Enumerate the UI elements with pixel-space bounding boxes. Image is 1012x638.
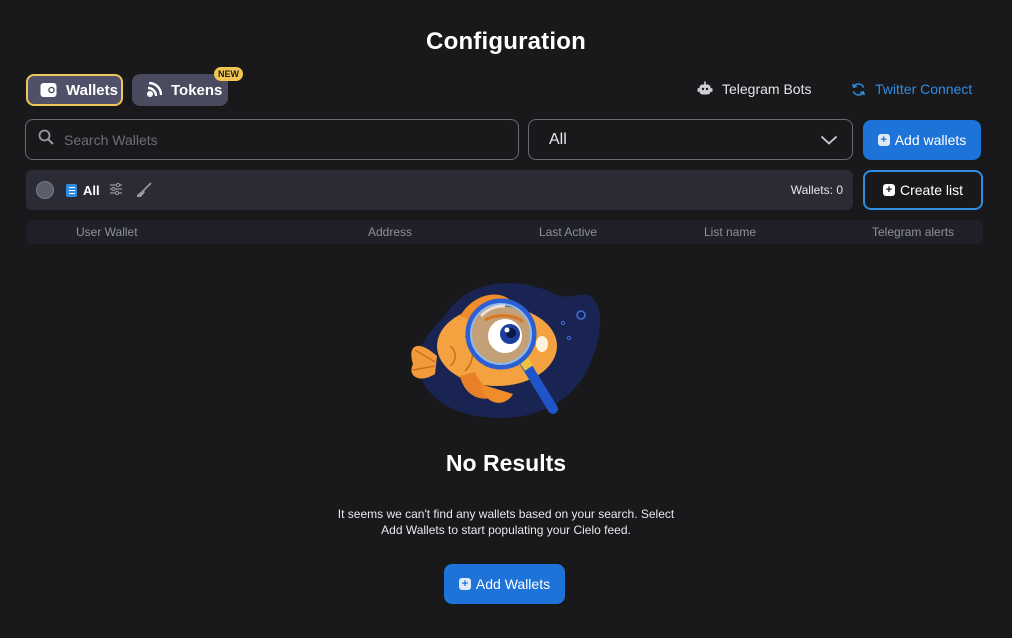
refresh-icon — [850, 81, 866, 97]
plus-icon: + — [877, 134, 890, 146]
list-filter-value: All — [549, 130, 567, 148]
column-list-name[interactable]: List name — [704, 225, 756, 239]
empty-add-wallets-label: Add Wallets — [475, 576, 551, 592]
new-badge: NEW — [214, 67, 243, 81]
chevron-down-icon — [820, 132, 838, 153]
add-wallets-label: Add wallets — [894, 132, 967, 148]
goldfish-magnifier-illustration — [405, 276, 605, 426]
list-icon — [66, 184, 77, 197]
tab-tokens[interactable]: Tokens — [132, 74, 228, 106]
search-box — [25, 119, 519, 160]
column-address[interactable]: Address — [368, 225, 412, 239]
plus-icon: + — [458, 578, 471, 590]
create-list-button[interactable]: + Create list — [863, 170, 983, 210]
no-results-line-1: It seems we can't find any wallets based… — [337, 507, 675, 521]
wallets-count: Wallets: 0 — [790, 183, 843, 197]
column-last-active[interactable]: Last Active — [539, 225, 597, 239]
table-header: User Wallet Address Last Active List nam… — [26, 220, 983, 244]
robot-icon — [697, 81, 713, 97]
empty-add-wallets-button[interactable]: + Add Wallets — [444, 564, 565, 604]
column-telegram-alerts[interactable]: Telegram alerts — [872, 225, 954, 239]
column-user-wallet[interactable]: User Wallet — [76, 225, 138, 239]
list-filter-bar: All Wallets: 0 — [26, 170, 853, 210]
tokens-icon — [145, 81, 163, 99]
tab-wallets-label: Wallets — [66, 81, 118, 99]
wallet-icon — [40, 81, 58, 99]
search-icon — [38, 129, 54, 150]
broom-icon[interactable] — [136, 182, 152, 203]
no-results-title: No Results — [445, 450, 567, 476]
page-title: Configuration — [426, 28, 586, 55]
list-filter-select[interactable]: All — [528, 119, 853, 160]
select-all-radio[interactable] — [36, 181, 54, 199]
tab-tokens-label: Tokens — [171, 81, 223, 99]
create-list-label: Create list — [899, 182, 964, 198]
twitter-connect-link[interactable]: Twitter Connect — [850, 81, 972, 97]
search-input[interactable] — [64, 131, 484, 148]
all-lists-label: All — [83, 183, 100, 198]
twitter-connect-label: Twitter Connect — [875, 81, 973, 97]
sliders-icon[interactable] — [109, 182, 123, 201]
add-wallets-button[interactable]: + Add wallets — [863, 120, 981, 160]
no-results-line-2: Add Wallets to start populating your Cie… — [381, 523, 631, 537]
plus-icon: + — [882, 184, 895, 196]
tab-wallets[interactable]: Wallets — [26, 74, 123, 106]
all-lists-chip[interactable]: All — [66, 183, 100, 198]
telegram-bots-label: Telegram Bots — [722, 81, 812, 97]
telegram-bots-link[interactable]: Telegram Bots — [697, 81, 811, 97]
no-results-message: It seems we can't find any wallets based… — [326, 506, 686, 538]
